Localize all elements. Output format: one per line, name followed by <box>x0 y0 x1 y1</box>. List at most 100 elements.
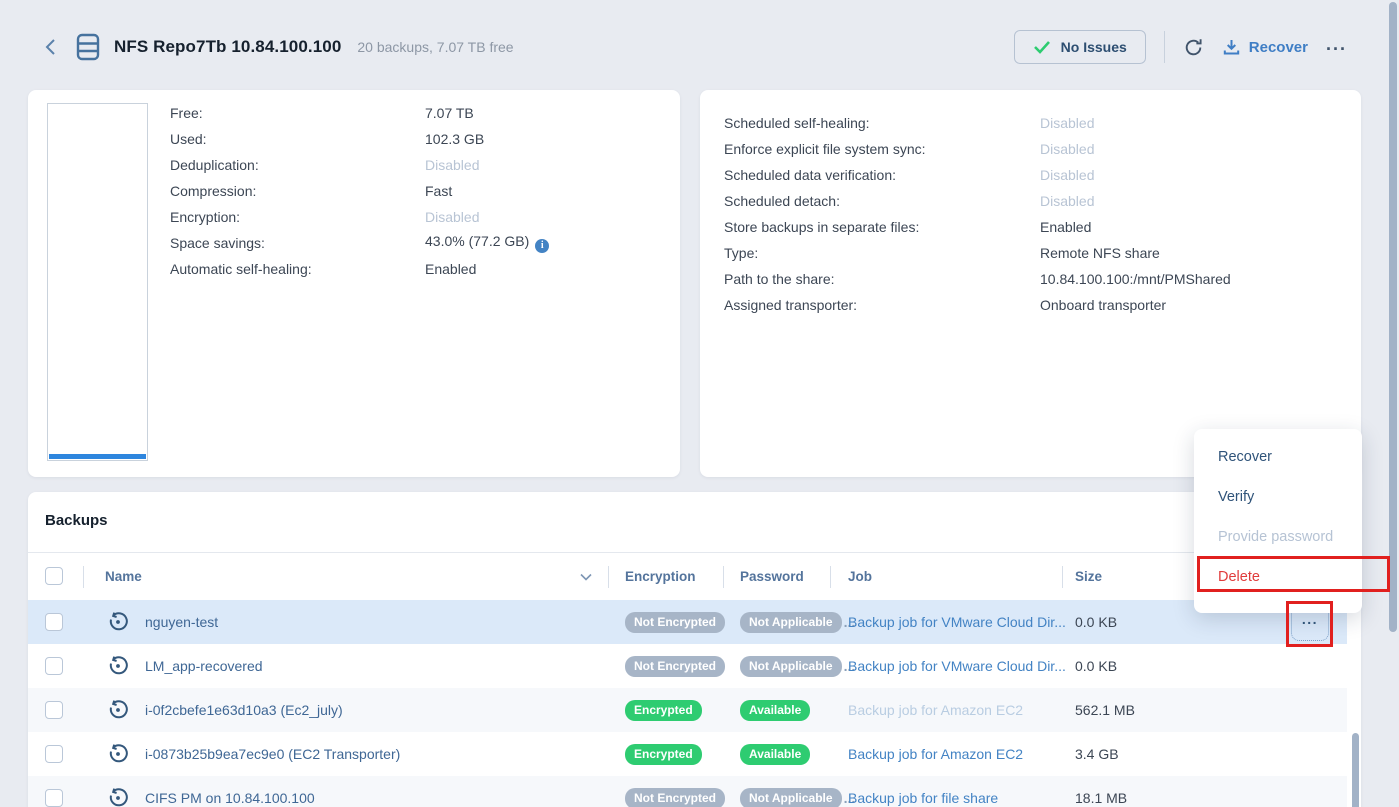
label-scheduled-verification: Scheduled data verification: <box>724 167 1040 183</box>
row-checkbox[interactable] <box>45 701 63 719</box>
label-enforce-sync: Enforce explicit file system sync: <box>724 141 1040 157</box>
refresh-button[interactable] <box>1183 37 1204 58</box>
select-all-checkbox[interactable] <box>45 567 63 585</box>
page-scrollbar-thumb[interactable] <box>1389 2 1397 632</box>
encryption-badge: Not Encrypted <box>625 612 725 633</box>
backup-name-link[interactable]: i-0873b25b9ea7ec9e0 (EC2 Transporter) <box>145 746 400 762</box>
table-row[interactable]: i-0f2cbefe1e63d10a3 (Ec2_july) Encrypted… <box>28 688 1347 732</box>
encryption-badge: Encrypted <box>625 744 702 765</box>
table-row[interactable]: CIFS PM on 10.84.100.100 Not Encrypted N… <box>28 776 1347 807</box>
label-deduplication: Deduplication: <box>170 157 425 173</box>
chevron-left-icon <box>44 38 58 56</box>
check-icon <box>1033 40 1051 54</box>
job-link[interactable]: Backup job for Amazon EC2 <box>848 746 1023 762</box>
storage-summary-list: Free:7.07 TB Used:102.3 GB Deduplication… <box>170 100 670 282</box>
backups-table-header: Name Encryption Password Job Size <box>28 553 1347 600</box>
value-separate-files: Enabled <box>1040 219 1091 235</box>
backup-restore-icon <box>107 699 129 724</box>
sort-chevron-down-icon[interactable] <box>580 573 592 581</box>
row-context-menu: Recover Verify Provide password Delete <box>1194 429 1362 613</box>
recover-button[interactable]: Recover <box>1222 38 1308 57</box>
label-free: Free: <box>170 105 425 121</box>
job-link[interactable]: Backup job for Amazon EC2 <box>848 702 1023 718</box>
backup-restore-icon <box>107 743 129 768</box>
label-type: Type: <box>724 245 1040 261</box>
encryption-badge: Not Encrypted <box>625 656 725 677</box>
value-type: Remote NFS share <box>1040 245 1160 261</box>
password-badge: Available <box>740 700 810 721</box>
backup-name-link[interactable]: CIFS PM on 10.84.100.100 <box>145 790 315 806</box>
backup-size: 562.1 MB <box>1075 702 1135 718</box>
repository-header: NFS Repo7Tb 10.84.100.100 20 backups, 7.… <box>40 28 514 66</box>
row-checkbox[interactable] <box>45 745 63 763</box>
storage-gauge <box>47 103 148 461</box>
settings-summary-list: Scheduled self-healing:Disabled Enforce … <box>724 110 1351 318</box>
value-space-savings: 43.0% (77.2 GB)i <box>425 233 549 253</box>
column-header-password[interactable]: Password <box>740 553 804 600</box>
recover-label: Recover <box>1249 39 1308 56</box>
password-badge: Not Applicable <box>740 656 842 677</box>
back-button[interactable] <box>40 36 62 58</box>
value-used: 102.3 GB <box>425 131 484 147</box>
job-link[interactable]: Backup job for file share <box>848 790 998 806</box>
table-row[interactable]: LM_app-recovered Not Encrypted Not Appli… <box>28 644 1347 688</box>
label-used: Used: <box>170 131 425 147</box>
storage-gauge-used-fill <box>49 454 146 459</box>
backup-size: 0.0 KB <box>1075 614 1117 630</box>
backups-panel: Backups Name Encryption Password Job Siz… <box>28 492 1361 807</box>
value-scheduled-detach: Disabled <box>1040 193 1094 209</box>
value-encryption: Disabled <box>425 209 479 225</box>
refresh-icon <box>1183 37 1204 58</box>
info-icon[interactable]: i <box>535 239 549 253</box>
password-badge: Not Applicable <box>740 788 842 807</box>
label-space-savings: Space savings: <box>170 235 425 251</box>
page-title: NFS Repo7Tb 10.84.100.100 <box>114 37 341 57</box>
value-free: 7.07 TB <box>425 105 474 121</box>
column-header-size[interactable]: Size <box>1075 553 1102 600</box>
backup-name-link[interactable]: LM_app-recovered <box>145 658 263 674</box>
label-scheduled-detach: Scheduled detach: <box>724 193 1040 209</box>
menu-item-recover[interactable]: Recover <box>1194 437 1362 477</box>
backups-scrollbar-thumb[interactable] <box>1352 733 1359 807</box>
backup-name-link[interactable]: i-0f2cbefe1e63d10a3 (Ec2_july) <box>145 702 343 718</box>
label-encryption: Encryption: <box>170 209 425 225</box>
table-row[interactable]: nguyen-test Not Encrypted Not Applicable… <box>28 600 1347 644</box>
password-badge: Not Applicable <box>740 612 842 633</box>
column-header-encryption[interactable]: Encryption <box>625 553 696 600</box>
value-enforce-sync: Disabled <box>1040 141 1094 157</box>
backup-size: 0.0 KB <box>1075 658 1117 674</box>
value-deduplication: Disabled <box>425 157 479 173</box>
column-header-name[interactable]: Name <box>105 553 142 600</box>
row-checkbox[interactable] <box>45 613 63 631</box>
no-issues-button[interactable]: No Issues <box>1014 30 1146 64</box>
page-subtitle: 20 backups, 7.07 TB free <box>357 39 513 55</box>
row-checkbox[interactable] <box>45 789 63 807</box>
download-icon <box>1222 38 1241 57</box>
table-row[interactable]: i-0873b25b9ea7ec9e0 (EC2 Transporter) En… <box>28 732 1347 776</box>
backup-size: 3.4 GB <box>1075 746 1119 762</box>
header-more-button[interactable]: ... <box>1326 34 1347 61</box>
backup-restore-icon <box>107 655 129 680</box>
value-scheduled-self-healing: Disabled <box>1040 115 1094 131</box>
menu-item-verify[interactable]: Verify <box>1194 477 1362 517</box>
job-link[interactable]: Backup job for VMware Cloud Dir... <box>848 614 1066 630</box>
column-header-job[interactable]: Job <box>848 553 872 600</box>
label-compression: Compression: <box>170 183 425 199</box>
encryption-badge: Encrypted <box>625 700 702 721</box>
backup-name-link[interactable]: nguyen-test <box>145 614 218 630</box>
encryption-badge: Not Encrypted <box>625 788 725 807</box>
backup-restore-icon <box>107 611 129 636</box>
backup-size: 18.1 MB <box>1075 790 1127 806</box>
backups-title: Backups <box>45 512 108 529</box>
backups-table-body: nguyen-test Not Encrypted Not Applicable… <box>28 600 1347 807</box>
password-badge: Available <box>740 744 810 765</box>
settings-summary-panel: Scheduled self-healing:Disabled Enforce … <box>700 90 1361 477</box>
row-checkbox[interactable] <box>45 657 63 675</box>
menu-item-provide-password: Provide password <box>1194 517 1362 557</box>
menu-item-delete[interactable]: Delete <box>1194 557 1362 597</box>
value-scheduled-verification: Disabled <box>1040 167 1094 183</box>
job-link[interactable]: Backup job for VMware Cloud Dir... <box>848 658 1066 674</box>
label-auto-self-healing: Automatic self-healing: <box>170 261 425 277</box>
storage-summary-panel: Free:7.07 TB Used:102.3 GB Deduplication… <box>28 90 680 477</box>
header-divider <box>1164 31 1165 63</box>
